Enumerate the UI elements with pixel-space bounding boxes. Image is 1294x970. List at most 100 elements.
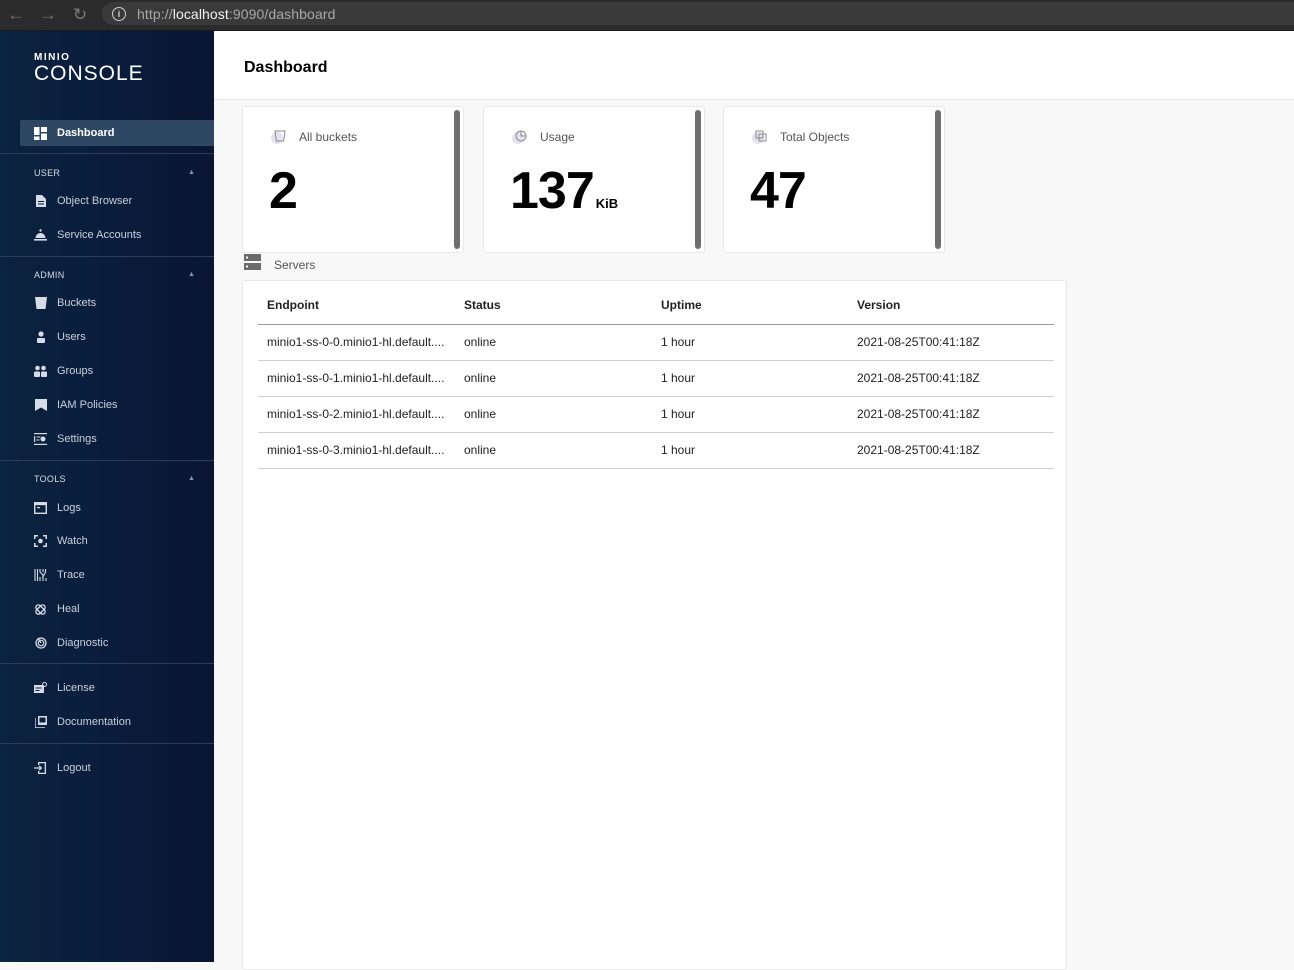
- version-cell: 2021-08-25T00:41:18Z: [848, 360, 1054, 397]
- card-scrollbar[interactable]: [454, 110, 460, 249]
- servers-table: Endpoint Status Uptime Version minio1-ss…: [258, 281, 1054, 469]
- page-header: Dashboard: [214, 31, 1294, 100]
- divider: [0, 663, 214, 664]
- logout-icon: [34, 762, 47, 775]
- logs-icon: [34, 502, 47, 515]
- column-header-uptime[interactable]: Uptime: [652, 281, 848, 325]
- user-icon: [34, 331, 47, 344]
- sidebar-item-diagnostic[interactable]: Diagnostic: [20, 630, 214, 656]
- sidebar-item-buckets[interactable]: Buckets: [20, 290, 214, 316]
- collapse-admin-caret-icon[interactable]: ▲: [188, 271, 195, 278]
- endpoint-cell: minio1-ss-0-2.minio1-hl.default....: [258, 396, 455, 433]
- divider: [0, 743, 214, 744]
- sidebar-item-service-accounts[interactable]: Service Accounts: [20, 222, 214, 248]
- forward-icon[interactable]: →: [39, 5, 57, 24]
- card-value: 137: [510, 162, 595, 220]
- sidebar-item-trace[interactable]: Trace: [20, 562, 214, 588]
- card-label: All buckets: [299, 130, 358, 144]
- sidebar-item-license[interactable]: License: [20, 675, 214, 701]
- info-icon[interactable]: i: [112, 6, 126, 21]
- version-cell: 2021-08-25T00:41:18Z: [848, 396, 1054, 433]
- version-cell: 2021-08-25T00:41:18Z: [848, 432, 1054, 469]
- sidebar-item-label: License: [57, 682, 95, 694]
- section-admin-label: ADMIN: [34, 270, 65, 280]
- uptime-cell: 1 hour: [652, 396, 848, 433]
- sidebar-item-label: Logout: [57, 762, 91, 774]
- objects-icon: [752, 129, 770, 145]
- sidebar-item-label: Watch: [57, 535, 88, 547]
- column-header-status[interactable]: Status: [455, 281, 652, 325]
- status-cell: online: [455, 432, 652, 469]
- reload-icon[interactable]: ↻: [71, 5, 89, 24]
- sidebar-item-heal[interactable]: Heal: [20, 596, 214, 622]
- card-label: Usage: [540, 130, 575, 144]
- sidebar-item-users[interactable]: Users: [20, 324, 214, 350]
- status-cell: online: [455, 396, 652, 433]
- service-bell-icon: [34, 229, 47, 242]
- uptime-cell: 1 hour: [652, 324, 848, 361]
- servers-table-panel: Endpoint Status Uptime Version minio1-ss…: [242, 280, 1067, 970]
- sidebar-item-object-browser[interactable]: Object Browser: [20, 188, 214, 214]
- section-tools-label: TOOLS: [34, 474, 66, 484]
- server-icon: [244, 254, 261, 275]
- back-icon[interactable]: ←: [7, 5, 25, 24]
- card-value: 2: [269, 162, 298, 220]
- address-bar[interactable]: i http://localhost:9090/dashboard: [102, 2, 1294, 25]
- card-scrollbar[interactable]: [935, 110, 941, 249]
- status-cell: online: [455, 360, 652, 397]
- collapse-tools-caret-icon[interactable]: ▲: [188, 475, 195, 482]
- pie-chart-icon: [512, 129, 530, 145]
- sidebar-item-groups[interactable]: Groups: [20, 358, 214, 384]
- table-row[interactable]: minio1-ss-0-3.minio1-hl.default.... onli…: [258, 432, 1054, 469]
- bookmark-icon: [34, 399, 47, 412]
- heal-icon: [34, 603, 47, 616]
- minio-console-logo[interactable]: MINIO CONSOLE: [34, 53, 144, 85]
- sidebar-item-dashboard[interactable]: Dashboard: [20, 120, 214, 146]
- table-row[interactable]: minio1-ss-0-2.minio1-hl.default.... onli…: [258, 396, 1054, 433]
- sidebar: MINIO CONSOLE Dashboard USER ▲ Object Br…: [0, 31, 214, 962]
- document-icon: [34, 195, 47, 208]
- url-host: localhost: [172, 5, 229, 22]
- servers-title: Servers: [274, 257, 316, 272]
- diagnostic-icon: [34, 637, 47, 650]
- sidebar-item-label: Dashboard: [57, 127, 115, 139]
- table-row[interactable]: minio1-ss-0-0.minio1-hl.default.... onli…: [258, 324, 1054, 361]
- column-header-version[interactable]: Version: [848, 281, 1054, 325]
- watch-icon: [34, 535, 47, 548]
- license-icon: [34, 682, 47, 695]
- card-usage: Usage 137 KiB: [483, 106, 705, 253]
- sidebar-item-label: Object Browser: [57, 195, 133, 207]
- group-icon: [34, 365, 47, 378]
- card-total-objects: Total Objects 47: [723, 106, 945, 253]
- divider: [0, 153, 214, 154]
- trace-icon: [34, 569, 47, 582]
- url-text[interactable]: http://localhost:9090/dashboard: [137, 6, 335, 22]
- sidebar-item-logout[interactable]: Logout: [20, 755, 214, 781]
- sidebar-item-label: Diagnostic: [57, 637, 109, 649]
- card-scrollbar[interactable]: [695, 110, 701, 249]
- settings-icon: [34, 433, 47, 446]
- bucket-icon: [34, 297, 47, 310]
- sidebar-item-logs[interactable]: Logs: [20, 495, 214, 521]
- sidebar-item-label: Users: [57, 331, 86, 343]
- page-title: Dashboard: [244, 59, 328, 76]
- endpoint-cell: minio1-ss-0-0.minio1-hl.default....: [258, 324, 455, 361]
- uptime-cell: 1 hour: [652, 432, 848, 469]
- card-label: Total Objects: [780, 130, 850, 144]
- sidebar-item-documentation[interactable]: Documentation: [20, 709, 214, 735]
- url-path: :9090/dashboard: [228, 5, 336, 22]
- sidebar-item-settings[interactable]: Settings: [20, 426, 214, 452]
- sidebar-item-label: IAM Policies: [57, 399, 118, 411]
- sidebar-item-label: Heal: [57, 603, 80, 615]
- sidebar-item-label: Buckets: [57, 297, 97, 309]
- status-cell: online: [455, 324, 652, 361]
- table-row[interactable]: minio1-ss-0-1.minio1-hl.default.... onli…: [258, 360, 1054, 397]
- sidebar-item-iam-policies[interactable]: IAM Policies: [20, 392, 214, 418]
- bucket-icon: [271, 129, 289, 145]
- column-header-endpoint[interactable]: Endpoint: [258, 281, 455, 325]
- card-all-buckets: All buckets 2: [242, 106, 464, 253]
- uptime-cell: 1 hour: [652, 360, 848, 397]
- table-header-row: Endpoint Status Uptime Version: [258, 281, 1054, 325]
- collapse-user-caret-icon[interactable]: ▲: [188, 169, 195, 176]
- sidebar-item-watch[interactable]: Watch: [20, 528, 214, 554]
